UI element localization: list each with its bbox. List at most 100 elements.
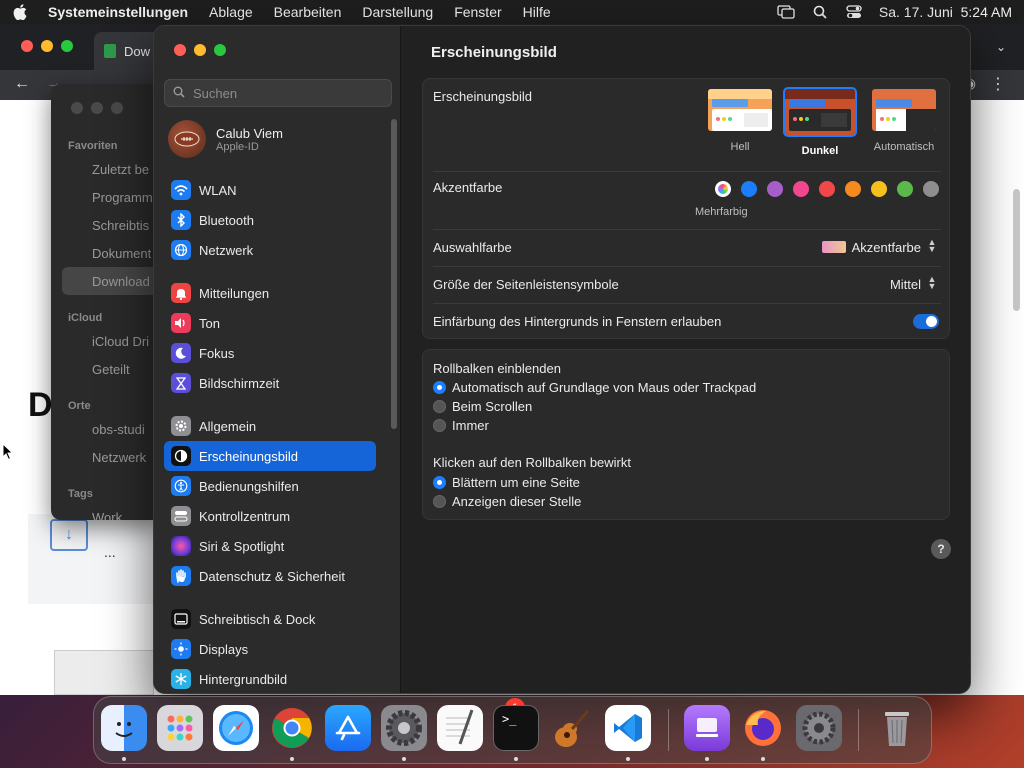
search-input[interactable]: Suchen	[164, 79, 392, 107]
settings-close-button[interactable]	[174, 44, 186, 56]
dock-launchpad[interactable]	[157, 705, 203, 751]
finder-item[interactable]: obs-studi	[92, 422, 145, 437]
appearance-option-hell[interactable]: Hell	[704, 87, 776, 153]
sidebar-item-bildschirmzeit[interactable]: Bildschirmzeit	[164, 368, 376, 398]
browser-minimize-button[interactable]	[41, 40, 53, 52]
browser-zoom-button[interactable]	[61, 40, 73, 52]
accent-color-green[interactable]	[897, 181, 913, 197]
finder-item[interactable]: Dokument	[92, 246, 151, 261]
accent-color-orange[interactable]	[845, 181, 861, 197]
browser-scrollbar[interactable]	[1013, 189, 1020, 311]
apple-icon[interactable]	[12, 4, 28, 20]
highlight-color-popup[interactable]: Akzentfarbe ▲ ▼	[821, 238, 937, 255]
menu-bearbeiten[interactable]: Bearbeiten	[274, 4, 342, 20]
accent-color-pink[interactable]	[793, 181, 809, 197]
control-center-icon[interactable]	[845, 5, 863, 19]
sidebar-item-schreibtisch-dock[interactable]: Schreibtisch & Dock	[164, 604, 376, 634]
sidebar-item-wlan[interactable]: WLAN	[164, 175, 376, 205]
dock-firefox[interactable]	[740, 705, 786, 751]
radio-unselected	[433, 419, 446, 432]
menu-darstellung[interactable]: Darstellung	[362, 4, 433, 20]
finder-item[interactable]: Download	[92, 274, 150, 289]
wallpaper-tinting-toggle[interactable]	[913, 314, 939, 329]
sidebar-item-allgemein[interactable]: Allgemein	[164, 411, 376, 441]
dock-vscode[interactable]	[605, 705, 651, 751]
tab-list-chevron-icon[interactable]: ⌄	[996, 40, 1006, 54]
menu-hilfe[interactable]: Hilfe	[523, 4, 551, 20]
dock-trash[interactable]	[874, 705, 920, 751]
back-arrow-icon[interactable]: ←	[14, 75, 30, 93]
accent-color-purple[interactable]	[767, 181, 783, 197]
sidebar-icon-size-popup[interactable]: Mittel ▲ ▼	[890, 275, 937, 292]
sidebar-item-mitteilungen[interactable]: Mitteilungen	[164, 278, 376, 308]
finder-item[interactable]: Netzwerk	[92, 450, 146, 465]
menu-ablage[interactable]: Ablage	[209, 4, 253, 20]
sidebar-item-bedienungshilfen[interactable]: Bedienungshilfen	[164, 471, 376, 501]
click-option-next-page[interactable]: Blättern um eine Seite	[433, 475, 580, 490]
dock-terminal[interactable]: >_	[493, 705, 539, 751]
sidebar-item-displays[interactable]: Displays	[164, 634, 376, 664]
dock-textedit[interactable]	[437, 705, 483, 751]
radio-unselected	[433, 495, 446, 508]
settings-minimize-button[interactable]	[194, 44, 206, 56]
screen-mirroring-icon[interactable]	[777, 5, 795, 19]
spotlight-search-icon[interactable]	[811, 5, 829, 19]
download-icon[interactable]: ↓	[50, 519, 88, 551]
sidebar-item-datenschutz[interactable]: Datenschutz & Sicherheit	[164, 561, 376, 591]
more-menu-icon[interactable]: ⋮	[990, 74, 1006, 94]
dock-garageband[interactable]	[549, 705, 595, 751]
apple-id-account[interactable]: Calub Viem Apple-ID	[168, 120, 283, 158]
browser-close-button[interactable]	[21, 40, 33, 52]
dock-chrome[interactable]	[269, 705, 315, 751]
sidebar-item-bluetooth[interactable]: Bluetooth	[164, 205, 376, 235]
sidebar-scrollbar[interactable]	[391, 119, 397, 429]
finder-item[interactable]: Geteilt	[92, 362, 130, 377]
sidebar-item-ton[interactable]: Ton	[164, 308, 376, 338]
appearance-option-dunkel[interactable]: Dunkel	[782, 87, 858, 157]
sidebar-item-hintergrundbild[interactable]: Hintergrundbild	[164, 664, 376, 693]
finder-item[interactable]: Zuletzt be	[92, 162, 149, 177]
menu-app-name[interactable]: Systemeinstellungen	[48, 4, 188, 20]
sidebar-item-label: Ton	[199, 315, 220, 331]
finder-zoom-button[interactable]	[111, 102, 123, 114]
globe-icon	[171, 240, 191, 260]
sidebar-item-netzwerk[interactable]: Netzwerk	[164, 235, 376, 265]
settings-zoom-button[interactable]	[214, 44, 226, 56]
gear-icon	[386, 710, 422, 746]
scroll-option-always[interactable]: Immer	[433, 418, 489, 433]
menu-fenster[interactable]: Fenster	[454, 4, 501, 20]
sidebar-item-fokus[interactable]: Fokus	[164, 338, 376, 368]
accent-color-graphite[interactable]	[923, 181, 939, 197]
dock-finder[interactable]	[101, 705, 147, 751]
accent-color-red[interactable]	[819, 181, 835, 197]
finder-item[interactable]: iCloud Dri	[92, 334, 149, 349]
appearance-option-automatisch[interactable]: Automatisch	[864, 87, 944, 153]
finder-item[interactable]: Programm	[92, 190, 153, 205]
menu-datetime[interactable]: Sa. 17. Juni 5:24 AM	[879, 4, 1012, 20]
accent-color-yellow[interactable]	[871, 181, 887, 197]
accent-color-blue[interactable]	[741, 181, 757, 197]
finder-item[interactable]: Work	[92, 510, 122, 520]
sidebar-item-siri-spotlight[interactable]: Siri & Spotlight	[164, 531, 376, 561]
sidebar-item-kontrollzentrum[interactable]: Kontrollzentrum	[164, 501, 376, 531]
dock-safari[interactable]	[213, 705, 259, 751]
finder-close-button[interactable]	[71, 102, 83, 114]
finder-item[interactable]: Schreibtis	[92, 218, 149, 233]
finder-traffic-lights	[71, 102, 123, 114]
accent-color-multicolor[interactable]	[715, 181, 731, 197]
dock-settings-gear[interactable]	[796, 705, 842, 751]
dock-podcasts[interactable]	[684, 705, 730, 751]
scroll-option-automatic[interactable]: Automatisch auf Grundlage von Maus oder …	[433, 380, 756, 395]
sidebar-item-label: Datenschutz & Sicherheit	[199, 568, 345, 584]
help-button[interactable]: ?	[931, 539, 951, 559]
dock-app-store[interactable]	[325, 705, 371, 751]
finder-minimize-button[interactable]	[91, 102, 103, 114]
scroll-option-when-scrolling[interactable]: Beim Scrollen	[433, 399, 532, 414]
trash-icon	[885, 712, 909, 746]
dock-system-settings[interactable]	[381, 705, 427, 751]
sidebar-item-erscheinungsbild[interactable]: Erscheinungsbild	[164, 441, 376, 471]
search-icon	[173, 86, 185, 101]
click-option-jump-to-spot[interactable]: Anzeigen dieser Stelle	[433, 494, 581, 509]
finder-favorites-header: Favoriten	[68, 140, 118, 152]
avatar	[168, 120, 206, 158]
